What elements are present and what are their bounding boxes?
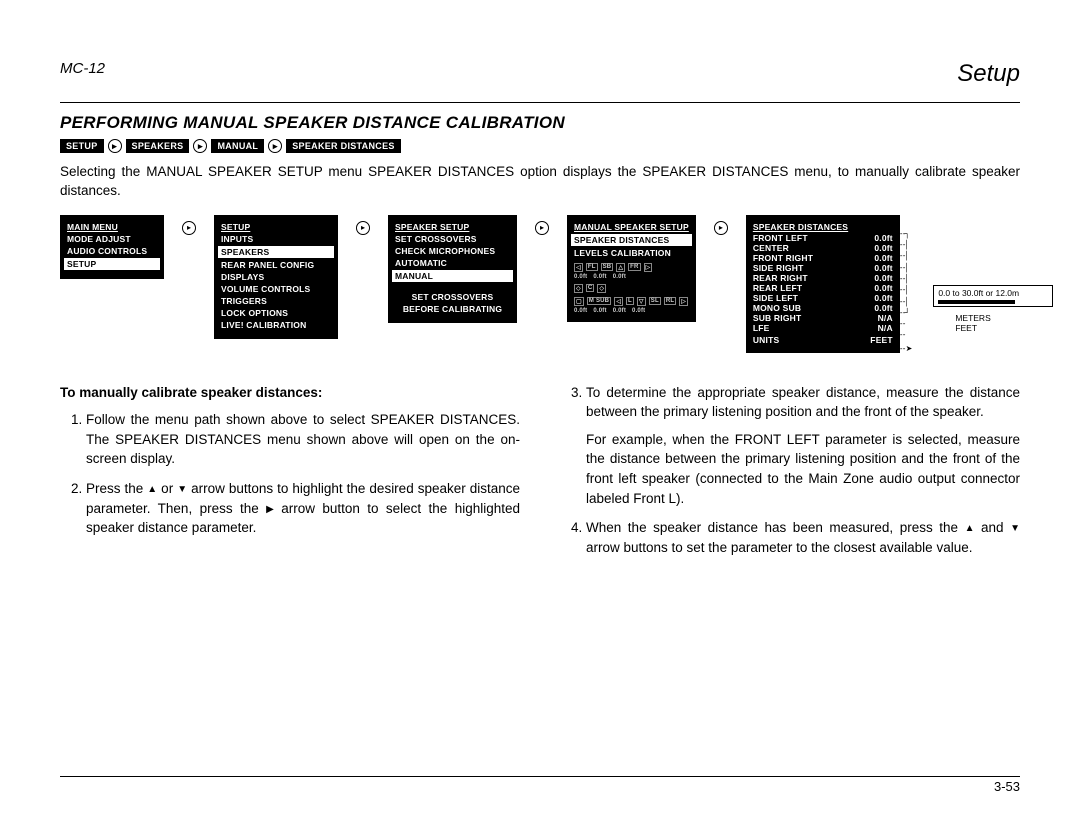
sd-value: 0.0ft [874,253,892,263]
menu-item-selected: SETUP [64,258,160,270]
range-text: 0.0 to 30.0ft or 12.0m [938,288,1048,298]
step-2: Press the ▲ or ▼ arrow buttons to highli… [86,479,520,538]
sd-value: 0.0ft [874,303,892,313]
sd-label: SIDE RIGHT [753,263,804,273]
doc-model: MC-12 [60,60,105,88]
menu-item: AUDIO CONTROLS [67,245,157,257]
chevron-right-icon: ▸ [535,221,549,235]
unit-option: METERS [955,313,1053,323]
header-rule [60,102,1020,103]
step-1: Follow the menu path shown above to sele… [86,410,520,469]
menu-main: MAIN MENU MODE ADJUST AUDIO CONTROLS SET… [60,215,164,279]
bc-setup: SETUP [60,139,104,153]
distance-annotation-dashes: - -┐ - -│ - -│ - -│ - -│ - -│ - -│ - -┘ … [900,215,911,353]
sd-label: LFE [753,323,770,333]
speaker-layout-icons: ◇C◇ [574,284,689,293]
sd-value: 0.0ft [874,233,892,243]
sd-label: CENTER [753,243,789,253]
menu-item: AUTOMATIC [395,257,510,269]
speaker-dist-row: 0.0ft 0.0ft 0.0ft 0.0ft [574,308,689,314]
bc-speakers: SPEAKERS [126,139,190,153]
sd-value: 0.0ft [874,273,892,283]
chevron-right-icon: ▸ [356,221,370,235]
menu-item-selected: SPEAKERS [218,246,334,258]
menu-item-selected: SPEAKER DISTANCES [571,234,692,246]
intro-text: Selecting the MANUAL SPEAKER SETUP menu … [60,163,1020,201]
right-column: To determine the appropriate speaker dis… [560,383,1020,568]
arrow-up-icon: ▲ [147,483,157,498]
menu-item: VOLUME CONTROLS [221,283,331,295]
sd-label: FRONT RIGHT [753,253,813,263]
menu-title: SPEAKER DISTANCES [753,221,893,233]
page-footer: 3-53 [60,776,1020,794]
menu-setup: SETUP INPUTS SPEAKERS REAR PANEL CONFIG … [214,215,338,339]
arrow-up-icon: ▲ [965,522,975,537]
sd-label: SIDE LEFT [753,293,798,303]
sd-label: SUB RIGHT [753,313,802,323]
speaker-dist-row: 0.0ft 0.0ft 0.0ft [574,274,689,280]
speaker-layout-icons: ◁FL SB△ FR▷ [574,263,689,272]
range-note: 0.0 to 30.0ft or 12.0m [933,285,1053,307]
unit-option: FEET [955,323,1053,333]
bc-manual: MANUAL [211,139,264,153]
menu-title: SPEAKER SETUP [395,221,510,233]
menu-item: MODE ADJUST [67,233,157,245]
sd-value: 0.0ft [874,243,892,253]
menu-item: CHECK MICROPHONES [395,245,510,257]
arrow-right-icon: ▶ [266,503,274,518]
menu-speaker-setup: SPEAKER SETUP SET CROSSOVERS CHECK MICRO… [388,215,517,323]
sd-value: 0.0ft [874,293,892,303]
step-4: When the speaker distance has been measu… [586,518,1020,557]
arrow-down-icon: ▼ [177,483,187,498]
bc-speaker-distances: SPEAKER DISTANCES [286,139,400,153]
page-title: PERFORMING MANUAL SPEAKER DISTANCE CALIB… [60,113,1020,133]
menu-item: LIVE! CALIBRATION [221,319,331,331]
menu-path-diagram: MAIN MENU MODE ADJUST AUDIO CONTROLS SET… [60,215,1020,353]
chevron-right-icon: ▸ [714,221,728,235]
doc-section: Setup [957,60,1020,88]
instructions-heading: To manually calibrate speaker distances: [60,383,520,403]
sd-value: FEET [870,335,893,345]
menu-item: REAR PANEL CONFIG [221,259,331,271]
range-bar [938,300,1015,304]
sd-label: REAR RIGHT [753,273,808,283]
menu-title: MANUAL SPEAKER SETUP [574,221,689,233]
step-3-example: For example, when the FRONT LEFT paramet… [586,430,1020,508]
menu-item-selected: MANUAL [392,270,513,282]
speaker-layout-icons: ▢M SUB ◁L ▽SL RL▷ [574,297,689,306]
sd-value: 0.0ft [874,283,892,293]
menu-item: LOCK OPTIONS [221,307,331,319]
sd-label: UNITS [753,335,780,345]
sd-value: 0.0ft [874,263,892,273]
chevron-right-icon: ▸ [268,139,282,153]
menu-item: LEVELS CALIBRATION [574,247,689,259]
menu-item: TRIGGERS [221,295,331,307]
sd-label: REAR LEFT [753,283,803,293]
left-column: To manually calibrate speaker distances:… [60,383,520,568]
menu-item: SET CROSSOVERS [395,233,510,245]
menu-item: DISPLAYS [221,271,331,283]
menu-title: MAIN MENU [67,221,157,233]
menu-footer: SET CROSSOVERS [395,291,510,303]
chevron-right-icon: ▸ [193,139,207,153]
sd-value: N/A [878,313,893,323]
menu-manual-speaker-setup: MANUAL SPEAKER SETUP SPEAKER DISTANCES L… [567,215,696,322]
step-3: To determine the appropriate speaker dis… [586,383,1020,508]
menu-item: INPUTS [221,233,331,245]
breadcrumb: SETUP ▸ SPEAKERS ▸ MANUAL ▸ SPEAKER DIST… [60,139,1020,153]
sd-value: N/A [878,323,893,333]
sd-label: MONO SUB [753,303,801,313]
sd-label: FRONT LEFT [753,233,808,243]
menu-title: SETUP [221,221,331,233]
page-number: 3-53 [994,779,1020,794]
menu-footer: BEFORE CALIBRATING [395,303,510,315]
arrow-down-icon: ▼ [1010,522,1020,537]
chevron-right-icon: ▸ [108,139,122,153]
units-options: METERS FEET [955,313,1053,333]
menu-speaker-distances: SPEAKER DISTANCES FRONT LEFT 0.0ft CENTER… [746,215,900,353]
chevron-right-icon: ▸ [182,221,196,235]
